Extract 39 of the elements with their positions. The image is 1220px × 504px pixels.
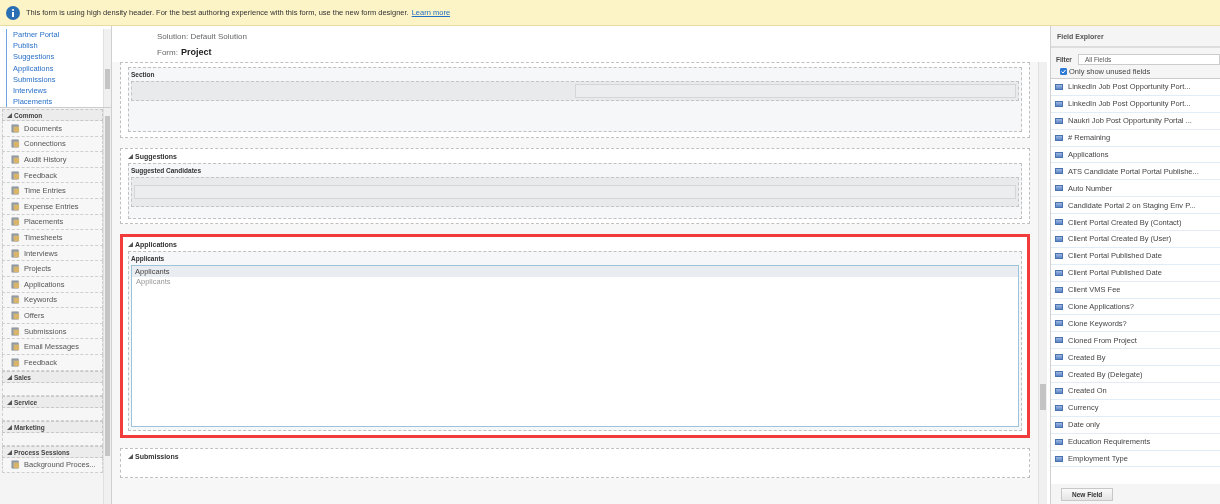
field-icon <box>1055 168 1063 175</box>
field-icon <box>1055 83 1063 90</box>
field-icon <box>1055 269 1063 276</box>
caret-icon <box>7 113 12 118</box>
item-icon <box>11 460 20 470</box>
caret-icon <box>128 154 133 159</box>
field-icon <box>1055 421 1063 428</box>
scrollbar[interactable] <box>103 29 111 107</box>
solution-label: Solution: Default Solution <box>157 31 248 41</box>
caret-icon <box>7 449 12 455</box>
field-icon <box>1055 134 1063 141</box>
field-icon <box>1055 219 1063 226</box>
field-icon <box>1055 185 1063 192</box>
field-icon <box>1055 252 1063 259</box>
field-icon <box>1055 387 1063 394</box>
caret-icon <box>7 399 12 405</box>
scrollbar[interactable] <box>103 108 111 504</box>
field-icon <box>1055 117 1063 124</box>
field-icon <box>1055 354 1063 361</box>
field-icon <box>1055 337 1063 344</box>
field-icon <box>1055 320 1063 327</box>
info-icon <box>6 5 20 20</box>
field-icon <box>1055 100 1063 107</box>
checkbox[interactable] <box>1060 68 1067 75</box>
field-icon <box>1055 235 1063 242</box>
caret-icon <box>7 374 12 380</box>
form-label: Form: Project <box>157 46 213 57</box>
field-icon <box>1055 151 1063 158</box>
field-icon <box>1055 303 1063 310</box>
scrollbar[interactable] <box>1038 62 1047 504</box>
field-icon <box>1055 438 1063 445</box>
field-icon <box>1055 202 1063 209</box>
caret-icon <box>128 454 133 459</box>
field-icon <box>1055 371 1063 378</box>
field-icon <box>1055 455 1063 462</box>
caret-icon <box>128 242 133 247</box>
caret-icon <box>7 424 12 430</box>
field-icon <box>1055 286 1063 293</box>
field-icon <box>1055 404 1063 411</box>
